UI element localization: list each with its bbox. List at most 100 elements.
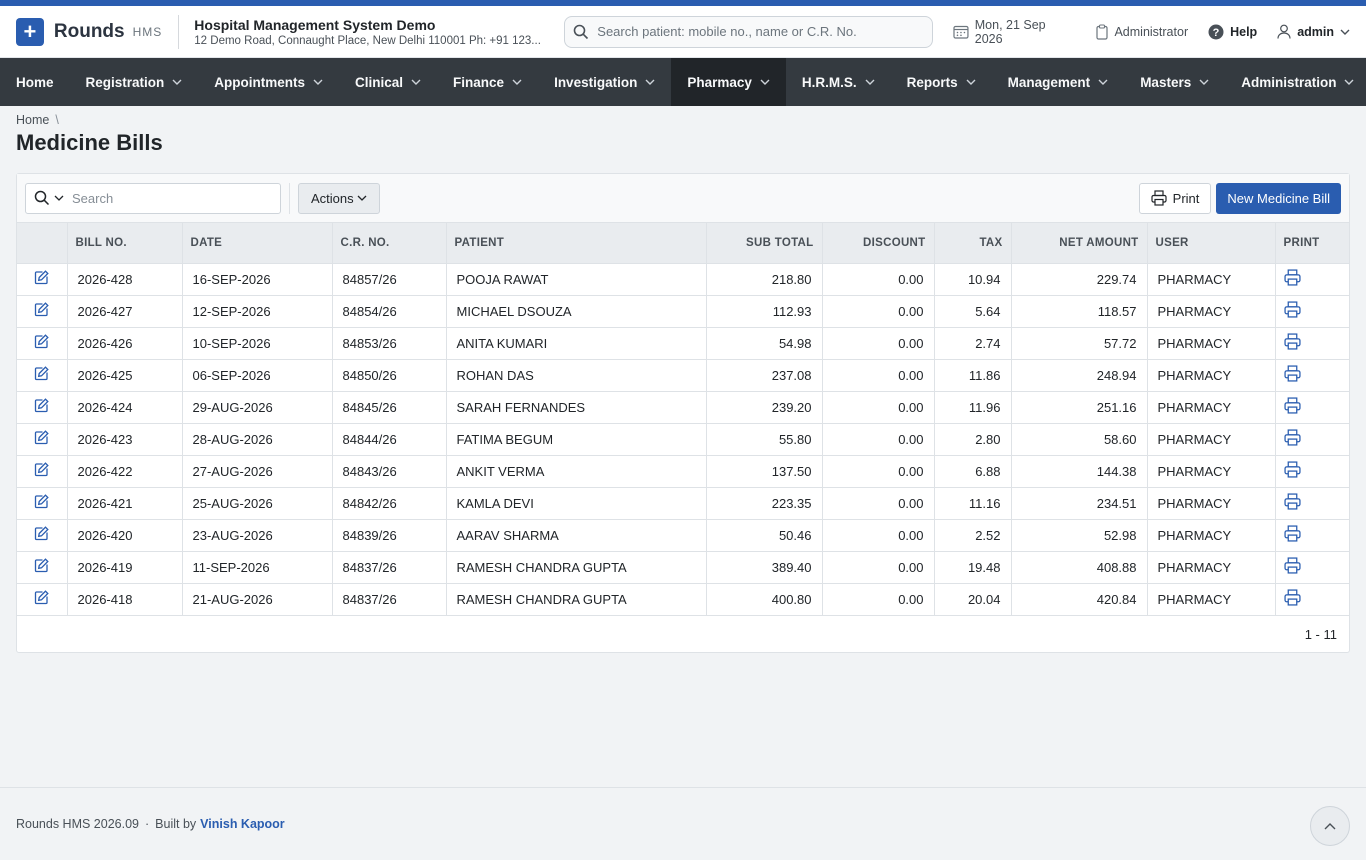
- nav-item-finance[interactable]: Finance: [437, 58, 538, 106]
- nav-item-pharmacy[interactable]: Pharmacy: [671, 58, 786, 106]
- column-header-tax[interactable]: TAX: [934, 223, 1012, 264]
- nav-item-investigation[interactable]: Investigation: [538, 58, 671, 106]
- nav-item-masters[interactable]: Masters: [1124, 58, 1225, 106]
- edit-cell[interactable]: [17, 263, 68, 296]
- global-search[interactable]: [564, 15, 933, 48]
- scroll-to-top-button[interactable]: [1310, 806, 1350, 846]
- breadcrumb-home[interactable]: Home: [16, 113, 49, 127]
- column-header-patient[interactable]: PATIENT: [446, 223, 707, 264]
- edit-icon[interactable]: [34, 462, 49, 477]
- print-cell[interactable]: [1275, 391, 1349, 424]
- printer-icon[interactable]: [1283, 333, 1301, 350]
- column-header-sub-total[interactable]: SUB TOTAL: [706, 223, 823, 264]
- edit-icon[interactable]: [34, 430, 49, 445]
- edit-cell[interactable]: [17, 519, 68, 552]
- column-header-user[interactable]: USER: [1147, 223, 1276, 264]
- edit-icon[interactable]: [34, 302, 49, 317]
- nav-item-reports[interactable]: Reports: [891, 58, 992, 106]
- table-row[interactable]: 2026-425 06-SEP-2026 84850/26 ROHAN DAS 237.…: [17, 359, 1349, 392]
- nav-item-registration[interactable]: Registration: [70, 58, 199, 106]
- print-cell[interactable]: [1275, 519, 1349, 552]
- print-button[interactable]: Print: [1138, 182, 1212, 214]
- table-body: 2026-428 16-SEP-2026 84857/26 POOJA RAWAT 21…: [17, 263, 1349, 616]
- print-cell[interactable]: [1275, 583, 1349, 616]
- edit-cell[interactable]: [17, 583, 68, 616]
- table-row[interactable]: 2026-420 23-AUG-2026 84839/26 AARAV SHARMA 5…: [17, 519, 1349, 552]
- edit-icon[interactable]: [34, 398, 49, 413]
- edit-cell[interactable]: [17, 551, 68, 584]
- column-header-date[interactable]: DATE: [182, 223, 333, 264]
- logo-icon[interactable]: +: [16, 17, 44, 46]
- nav-item-h-r-m-s[interactable]: H.R.M.S.: [786, 58, 891, 106]
- print-cell[interactable]: [1275, 487, 1349, 520]
- brand-name[interactable]: Rounds: [54, 21, 125, 43]
- edit-cell[interactable]: [17, 327, 68, 360]
- cell-tax: 2.52: [934, 519, 1012, 552]
- edit-cell[interactable]: [17, 391, 68, 424]
- edit-cell[interactable]: [17, 423, 68, 456]
- edit-icon[interactable]: [34, 270, 49, 285]
- printer-icon[interactable]: [1283, 269, 1301, 286]
- author-link[interactable]: Vinish Kapoor: [200, 817, 285, 831]
- nav-item-clinical[interactable]: Clinical: [339, 58, 437, 106]
- table-row[interactable]: 2026-422 27-AUG-2026 84843/26 ANKIT VERMA 13…: [17, 455, 1349, 488]
- cell-bill-no: 2026-423: [67, 423, 183, 456]
- table-search[interactable]: [25, 182, 281, 214]
- org-address: 12 Demo Road, Connaught Place, New Delhi…: [194, 34, 541, 47]
- edit-cell[interactable]: [17, 455, 68, 488]
- printer-icon[interactable]: [1283, 365, 1301, 382]
- chevron-down-icon[interactable]: [54, 195, 64, 201]
- print-cell[interactable]: [1275, 327, 1349, 360]
- print-cell[interactable]: [1275, 295, 1349, 328]
- nav-item-management[interactable]: Management: [992, 58, 1125, 106]
- print-cell[interactable]: [1275, 455, 1349, 488]
- help-link[interactable]: ? Help: [1208, 24, 1257, 40]
- table-row[interactable]: 2026-426 10-SEP-2026 84853/26 ANITA KUMARI 5…: [17, 327, 1349, 360]
- column-header-print[interactable]: PRINT: [1275, 223, 1349, 264]
- print-cell[interactable]: [1275, 263, 1349, 296]
- print-cell[interactable]: [1275, 423, 1349, 456]
- printer-icon[interactable]: [1283, 397, 1301, 414]
- user-menu[interactable]: admin: [1277, 24, 1350, 39]
- column-header-cr-no[interactable]: C.R. NO.: [332, 223, 447, 264]
- nav-item-label: Clinical: [355, 74, 404, 90]
- printer-icon[interactable]: [1283, 589, 1301, 606]
- actions-button[interactable]: Actions: [298, 182, 380, 214]
- column-header-net-amount[interactable]: NET AMOUNT: [1011, 223, 1148, 264]
- nav-item-appointments[interactable]: Appointments: [198, 58, 339, 106]
- edit-cell[interactable]: [17, 359, 68, 392]
- edit-cell[interactable]: [17, 487, 68, 520]
- patient-search-input[interactable]: [597, 24, 924, 39]
- table-row[interactable]: 2026-421 25-AUG-2026 84842/26 KAMLA DEVI 223…: [17, 487, 1349, 520]
- print-cell[interactable]: [1275, 551, 1349, 584]
- table-row[interactable]: 2026-419 11-SEP-2026 84837/26 RAMESH CHANDR…: [17, 551, 1349, 584]
- nav-item-administration[interactable]: Administration: [1225, 58, 1366, 106]
- printer-icon[interactable]: [1283, 525, 1301, 542]
- edit-icon[interactable]: [34, 366, 49, 381]
- edit-icon[interactable]: [34, 334, 49, 349]
- printer-icon[interactable]: [1283, 493, 1301, 510]
- edit-icon[interactable]: [34, 590, 49, 605]
- column-header-bill-no[interactable]: BILL NO.: [67, 223, 183, 264]
- table-search-input[interactable]: [72, 190, 272, 206]
- printer-icon[interactable]: [1283, 461, 1301, 478]
- table-row[interactable]: 2026-428 16-SEP-2026 84857/26 POOJA RAWAT 21…: [17, 263, 1349, 296]
- table-row[interactable]: 2026-424 29-AUG-2026 84845/26 SARAH FERNAND…: [17, 391, 1349, 424]
- printer-icon[interactable]: [1283, 557, 1301, 574]
- nav-item-home[interactable]: Home: [0, 58, 70, 106]
- edit-icon[interactable]: [34, 494, 49, 509]
- print-cell[interactable]: [1275, 359, 1349, 392]
- edit-icon[interactable]: [34, 558, 49, 573]
- table-row[interactable]: 2026-427 12-SEP-2026 84854/26 MICHAEL DSOUZ…: [17, 295, 1349, 328]
- edit-cell[interactable]: [17, 295, 68, 328]
- new-medicine-bill-button[interactable]: New Medicine Bill: [1216, 182, 1341, 214]
- role-menu[interactable]: Administrator: [1096, 23, 1188, 40]
- edit-icon[interactable]: [34, 526, 49, 541]
- printer-icon[interactable]: [1283, 301, 1301, 318]
- cell-net-amount: 420.84: [1011, 583, 1148, 616]
- table-row[interactable]: 2026-423 28-AUG-2026 84844/26 FATIMA BEGUM 5…: [17, 423, 1349, 456]
- cell-net-amount: 251.16: [1011, 391, 1148, 424]
- table-row[interactable]: 2026-418 21-AUG-2026 84837/26 RAMESH CHANDR…: [17, 583, 1349, 616]
- printer-icon[interactable]: [1283, 429, 1301, 446]
- column-header-discount[interactable]: DISCOUNT: [822, 223, 935, 264]
